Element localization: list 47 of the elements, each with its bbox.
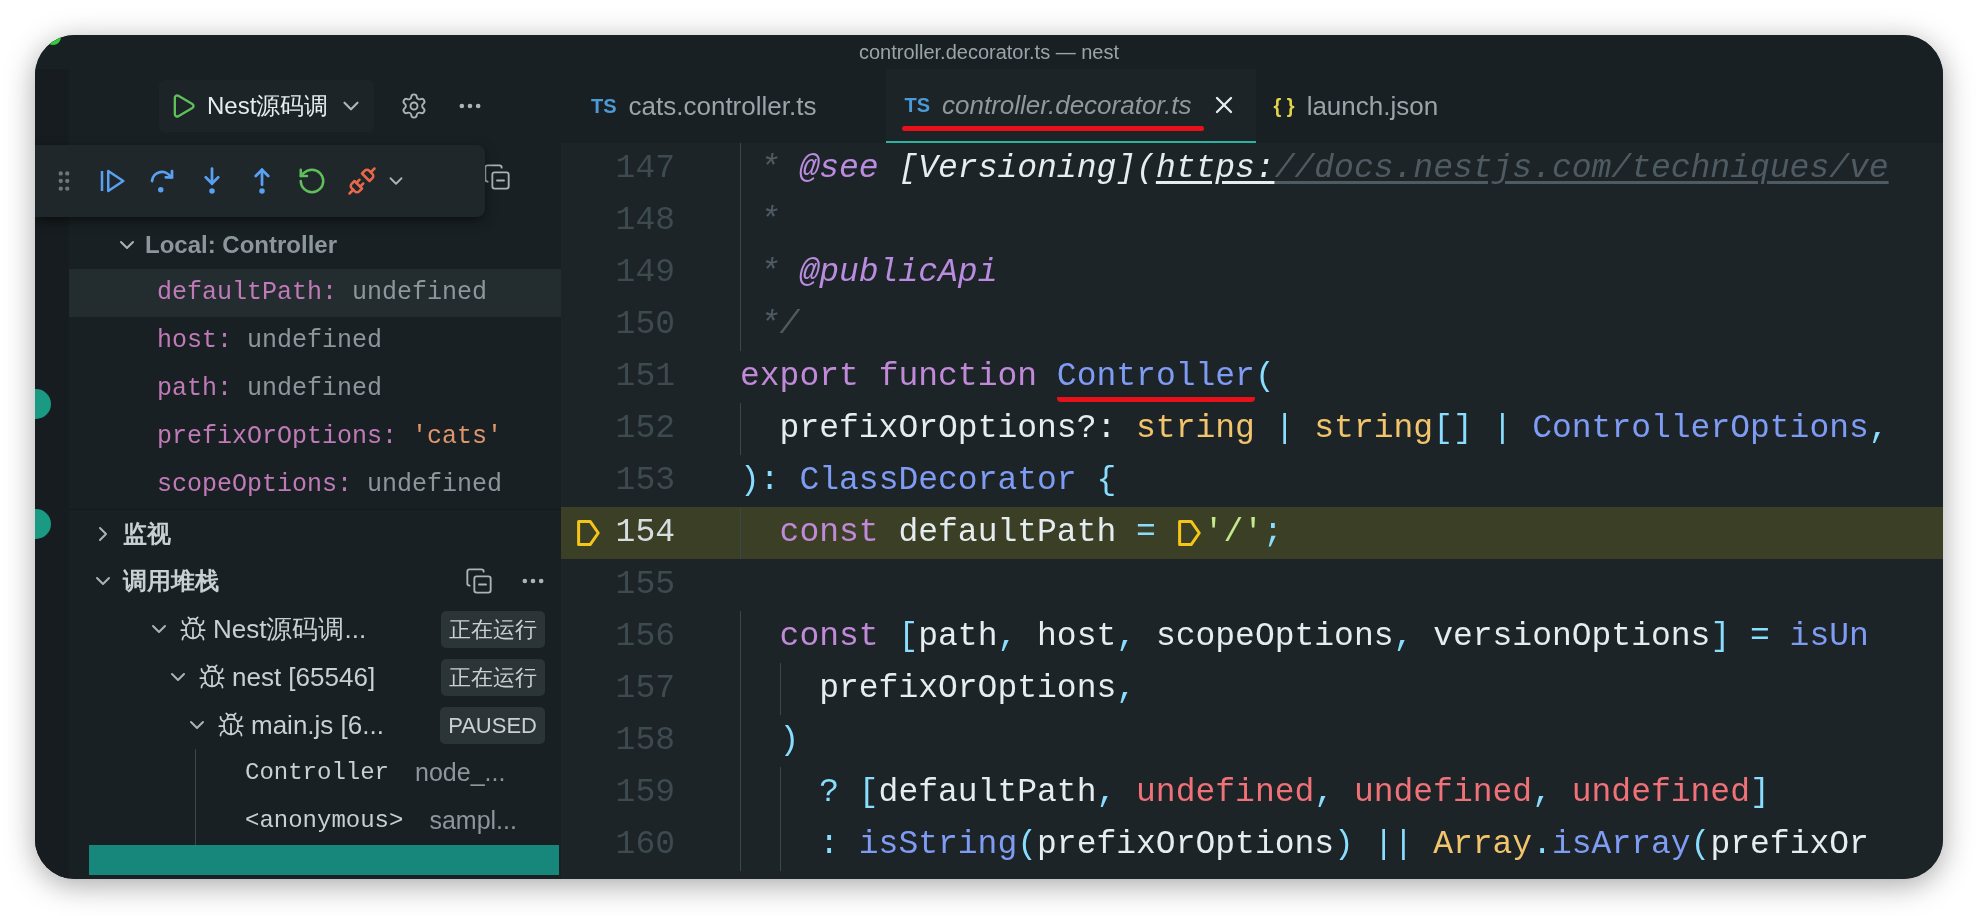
bug-icon: [198, 663, 226, 691]
code-text: * @see [Versioning](https://docs.nestjs.com/techniques/ve: [759, 149, 1889, 190]
editor-tab[interactable]: TS controller.decorator.ts: [886, 69, 1256, 143]
stack-frame[interactable]: <anonymous> sampl...: [245, 797, 517, 845]
code-text: const defaultPath =: [779, 513, 1157, 554]
code-text: prefixOrOptions?: string | string[] | ControllerOptions,: [779, 409, 1889, 450]
variable-item[interactable]: scopeOptions: undefined: [69, 461, 561, 509]
section-header[interactable]: 监视: [123, 515, 171, 552]
file-type-label: TS: [591, 94, 617, 119]
code-text: '/';: [1203, 513, 1283, 554]
collapse-all-icon[interactable]: [483, 163, 511, 191]
status-badge: 正在运行: [441, 610, 545, 648]
variable-item[interactable]: defaultPath: undefined: [69, 269, 561, 317]
file-type-label: TS: [904, 93, 930, 118]
status-badge: 正在运行: [441, 658, 545, 696]
code-text: const [path, host, scopeOptions, versionOptions] = isUn: [779, 617, 1869, 658]
session-name[interactable]: nest [65546]: [232, 657, 376, 697]
session-name[interactable]: Nest源码调...: [213, 609, 367, 649]
code-text: ): ClassDecorator {: [740, 461, 1117, 502]
inline-breakpoint-icon: [1175, 518, 1204, 548]
code-text: * @publicApi: [759, 253, 998, 294]
variable-item[interactable]: prefixOrOptions: 'cats': [69, 413, 561, 461]
editor-tab[interactable]: { } launch.json: [1255, 69, 1457, 143]
variable-item[interactable]: path: undefined: [69, 365, 561, 413]
bug-icon: [217, 711, 245, 739]
code-text: */: [759, 305, 800, 346]
code-text: ? [defaultPath, undefined, undefined, undefined]: [819, 773, 1770, 814]
section-header[interactable]: 调用堆栈: [123, 563, 219, 599]
window-title: controller.decorator.ts — nest: [858, 40, 1120, 65]
code-text: ): [779, 721, 800, 762]
code-text: export function Controller(: [740, 352, 1275, 402]
variable-item[interactable]: host: undefined: [69, 317, 561, 365]
code-text: prefixOrOptions,: [819, 669, 1137, 710]
bug-icon: [179, 615, 207, 643]
run-config-dropdown[interactable]: Nest源码调: [159, 80, 375, 132]
file-type-label: { }: [1273, 94, 1295, 119]
session-name[interactable]: main.js [6...: [251, 705, 384, 745]
stack-frame[interactable]: Controller node_...: [245, 749, 506, 797]
status-badge: PAUSED: [440, 706, 545, 744]
code-text: *: [759, 201, 780, 242]
disconnect-icon[interactable]: [347, 166, 377, 196]
line-number: 154: [614, 513, 675, 554]
code-text: : isString(prefixOrOptions) || Array.isArray(prefixOr: [819, 825, 1869, 866]
collapse-all-icon[interactable]: [465, 567, 493, 595]
restart-icon[interactable]: [297, 166, 327, 196]
scope-label[interactable]: Local: Controller: [145, 227, 337, 263]
editor-tab[interactable]: TS cats.controller.ts: [561, 69, 887, 143]
